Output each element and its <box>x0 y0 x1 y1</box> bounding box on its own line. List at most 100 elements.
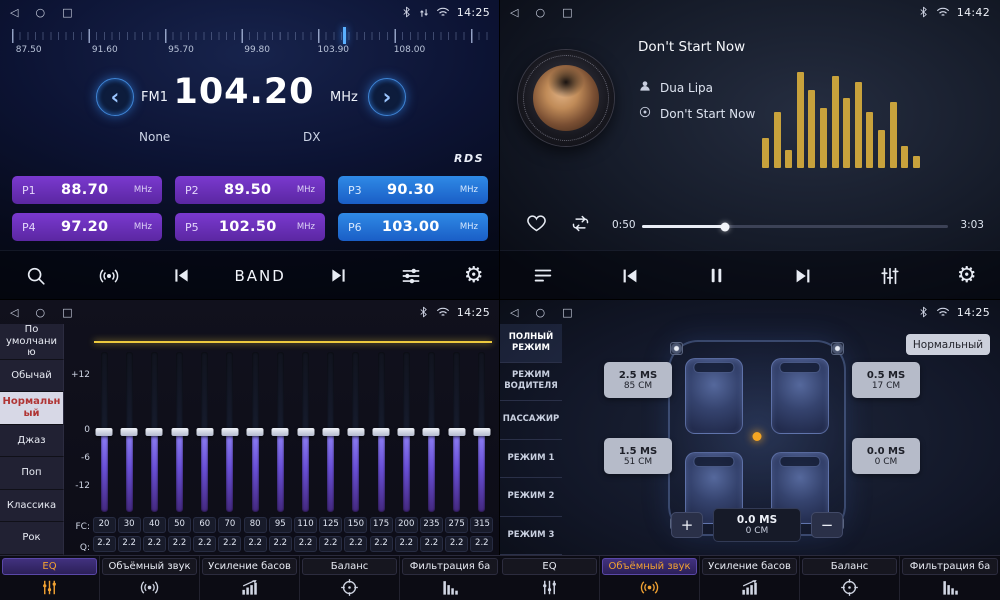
back-button[interactable]: ◁ <box>510 307 518 318</box>
frequency-scale[interactable]: 87.5091.6095.7099.80103.90108.00 <box>12 27 488 63</box>
tab-balance[interactable]: Баланс <box>800 556 900 600</box>
distance-front-right[interactable]: 0.5 MS 17 CM <box>852 362 920 398</box>
previous-station-icon[interactable] <box>162 256 202 296</box>
preset-button[interactable]: P5 102.50 MHz <box>175 213 325 241</box>
eq-band-slider[interactable] <box>218 352 242 512</box>
slider-handle[interactable] <box>96 428 113 436</box>
eq-band-slider[interactable] <box>193 352 217 512</box>
preset-button[interactable]: P6 103.00 MHz <box>338 213 488 241</box>
home-button[interactable]: ○ <box>35 307 45 318</box>
seat-front-left[interactable] <box>685 358 743 434</box>
eq-band-slider[interactable] <box>419 352 443 512</box>
eq-band-slider[interactable] <box>117 352 141 512</box>
home-button[interactable]: ○ <box>535 307 545 318</box>
search-icon[interactable] <box>16 256 56 296</box>
seat-front-right[interactable] <box>771 358 829 434</box>
seek-down-button[interactable]: ‹ <box>96 78 134 116</box>
eq-preset-item[interactable]: Нормальный <box>0 392 64 425</box>
eq-preset-item[interactable]: По умолчанию <box>0 324 64 360</box>
broadcast-scan-icon[interactable] <box>89 256 129 296</box>
back-button[interactable]: ◁ <box>10 7 18 18</box>
favorite-heart-icon[interactable] <box>526 213 547 238</box>
tab-surround-sound[interactable]: Объёмный звук <box>100 556 200 600</box>
slider-handle[interactable] <box>171 428 188 436</box>
slider-handle[interactable] <box>448 428 465 436</box>
tab-bass-boost[interactable]: Усиление басов <box>200 556 300 600</box>
tab-bass-boost[interactable]: Усиление басов <box>700 556 800 600</box>
eq-band-slider[interactable] <box>142 352 166 512</box>
slider-handle[interactable] <box>373 428 390 436</box>
listening-mode-item[interactable]: РЕЖИМ 1 <box>500 440 562 479</box>
tab-filter[interactable]: Фильтрация ба <box>400 556 500 600</box>
listening-mode-item[interactable]: РЕЖИМ 3 <box>500 517 562 556</box>
slider-handle[interactable] <box>423 428 440 436</box>
eq-preset-item[interactable]: Классика <box>0 490 64 523</box>
tab-eq[interactable]: EQ <box>500 556 600 600</box>
settings-gear-icon[interactable]: ⚙ <box>464 265 484 287</box>
increase-delay-button[interactable]: + <box>671 512 703 538</box>
slider-handle[interactable] <box>221 428 238 436</box>
pause-icon[interactable] <box>697 256 737 296</box>
preset-button[interactable]: P4 97.20 MHz <box>12 213 162 241</box>
distance-front-left[interactable]: 2.5 MS 85 CM <box>604 362 672 398</box>
previous-track-icon[interactable] <box>610 256 650 296</box>
preset-button[interactable]: P3 90.30 MHz <box>338 176 488 204</box>
settings-gear-icon[interactable]: ⚙ <box>957 265 977 287</box>
slider-handle[interactable] <box>398 428 415 436</box>
slider-handle[interactable] <box>297 428 314 436</box>
eq-band-slider[interactable] <box>294 352 318 512</box>
decrease-delay-button[interactable]: − <box>811 512 843 538</box>
back-button[interactable]: ◁ <box>10 307 18 318</box>
eq-band-slider[interactable] <box>344 352 368 512</box>
band-button[interactable]: BAND <box>234 267 285 285</box>
tab-surround-sound[interactable]: Объёмный звук <box>600 556 700 600</box>
eq-band-slider[interactable] <box>319 352 343 512</box>
recents-button[interactable]: □ <box>62 7 72 18</box>
preset-button[interactable]: P1 88.70 MHz <box>12 176 162 204</box>
eq-preset-item[interactable]: Обычай <box>0 360 64 393</box>
tab-eq[interactable]: EQ <box>0 556 100 600</box>
slider-handle[interactable] <box>121 428 138 436</box>
slider-handle[interactable] <box>272 428 289 436</box>
listening-mode-item[interactable]: ПОЛНЫЙ РЕЖИМ <box>500 324 562 363</box>
playlist-icon[interactable] <box>523 256 563 296</box>
back-button[interactable]: ◁ <box>510 7 518 18</box>
home-button[interactable]: ○ <box>535 7 545 18</box>
distance-rear-right[interactable]: 0.0 MS 0 CM <box>852 438 920 474</box>
slider-handle[interactable] <box>473 428 490 436</box>
eq-band-slider[interactable] <box>268 352 292 512</box>
progress-thumb[interactable] <box>720 222 729 231</box>
eq-band-slider[interactable] <box>168 352 192 512</box>
home-button[interactable]: ○ <box>35 7 45 18</box>
sound-profile-button[interactable]: Нормальный <box>906 334 990 355</box>
slider-handle[interactable] <box>196 428 213 436</box>
slider-handle[interactable] <box>146 428 163 436</box>
recents-button[interactable]: □ <box>562 307 572 318</box>
distance-rear-left[interactable]: 1.5 MS 51 CM <box>604 438 672 474</box>
eq-band-slider[interactable] <box>470 352 494 512</box>
listening-mode-item[interactable]: ПАССАЖИР <box>500 401 562 440</box>
dx-mode-label[interactable]: DX <box>303 130 320 144</box>
repeat-icon[interactable] <box>570 213 591 238</box>
eq-band-slider[interactable] <box>92 352 116 512</box>
preset-button[interactable]: P2 89.50 MHz <box>175 176 325 204</box>
next-station-icon[interactable] <box>318 256 358 296</box>
mixer-faders-icon[interactable] <box>870 256 910 296</box>
tab-balance[interactable]: Баланс <box>300 556 400 600</box>
eq-preset-item[interactable]: Поп <box>0 457 64 490</box>
eq-band-slider[interactable] <box>445 352 469 512</box>
eq-band-slider[interactable] <box>394 352 418 512</box>
listener-position-dot[interactable] <box>753 432 762 441</box>
audio-settings-icon[interactable] <box>391 256 431 296</box>
slider-handle[interactable] <box>322 428 339 436</box>
eq-band-slider[interactable] <box>243 352 267 512</box>
listening-mode-item[interactable]: РЕЖИМ ВОДИТЕЛЯ <box>500 363 562 402</box>
next-track-icon[interactable] <box>783 256 823 296</box>
listening-mode-item[interactable]: РЕЖИМ 2 <box>500 478 562 517</box>
recents-button[interactable]: □ <box>562 7 572 18</box>
recents-button[interactable]: □ <box>62 307 72 318</box>
progress-bar[interactable] <box>642 225 948 228</box>
slider-handle[interactable] <box>247 428 264 436</box>
tab-filter[interactable]: Фильтрация ба <box>900 556 1000 600</box>
eq-preset-item[interactable]: Джаз <box>0 425 64 458</box>
